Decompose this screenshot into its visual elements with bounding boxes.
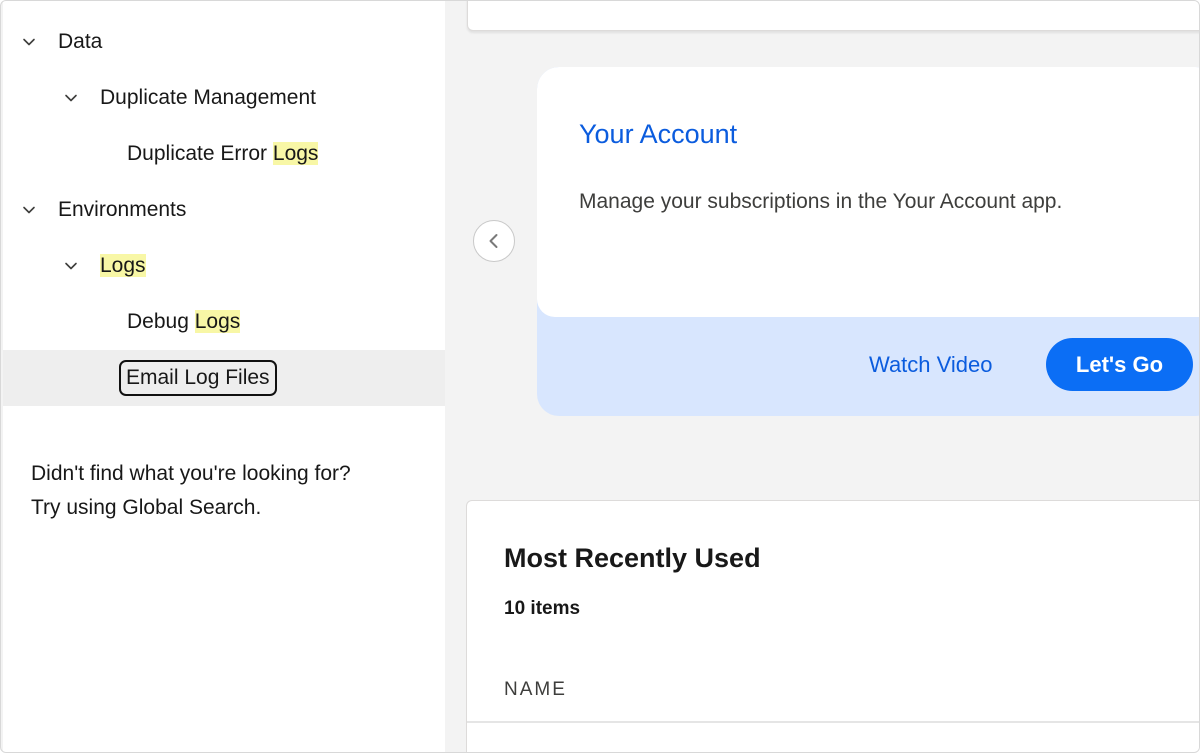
mru-column-name[interactable]: NAME bbox=[504, 679, 567, 701]
label-text: Duplicate Error bbox=[127, 142, 273, 165]
label-text: Data bbox=[58, 30, 103, 53]
tree-item[interactable]: Email Log Files bbox=[3, 350, 445, 406]
carousel-prev-button[interactable] bbox=[473, 220, 515, 262]
search-highlight: Logs bbox=[272, 142, 319, 165]
top-card bbox=[467, 1, 1199, 31]
chevron-down-icon[interactable] bbox=[18, 199, 40, 221]
promo-title[interactable]: Your Account bbox=[579, 119, 737, 150]
tree-item-label: Email Log Files bbox=[119, 360, 277, 396]
search-highlight: Logs bbox=[100, 254, 146, 277]
chevron-down-icon[interactable] bbox=[18, 31, 40, 53]
tree-item-label: Duplicate Management bbox=[100, 86, 316, 110]
search-highlight: Logs bbox=[194, 310, 241, 333]
your-account-card: Your Account Manage your subscriptions i… bbox=[537, 67, 1199, 416]
not-found-line-2: Try using Global Search. bbox=[31, 496, 262, 519]
tree-item[interactable]: Environments bbox=[3, 182, 445, 238]
mru-header-divider bbox=[467, 721, 1199, 723]
watch-video-link[interactable]: Watch Video bbox=[869, 352, 993, 378]
lets-go-button[interactable]: Let's Go bbox=[1046, 338, 1193, 391]
label-text: Duplicate Management bbox=[100, 86, 316, 109]
chevron-left-icon bbox=[489, 234, 498, 248]
chevron-down-icon[interactable] bbox=[60, 255, 82, 277]
tree-item[interactable]: Duplicate Error Logs bbox=[3, 126, 445, 182]
tree-item[interactable]: Debug Logs bbox=[3, 294, 445, 350]
mru-item-count: 10 items bbox=[504, 598, 581, 619]
tree-item-label: Duplicate Error Logs bbox=[127, 142, 319, 166]
promo-description: Manage your subscriptions in the Your Ac… bbox=[579, 190, 1063, 213]
tree-item-label: Environments bbox=[58, 198, 186, 222]
most-recently-used-card: Most Recently Used 10 items NAME bbox=[466, 500, 1199, 752]
chevron-down-icon[interactable] bbox=[60, 87, 82, 109]
mru-title: Most Recently Used bbox=[504, 543, 761, 573]
label-text: Debug bbox=[127, 310, 195, 333]
tree-item[interactable]: Data bbox=[3, 14, 445, 70]
setup-tree-panel: Data Duplicate Management Duplicate Error … bbox=[3, 1, 445, 752]
label-text: Email Log Files bbox=[126, 366, 270, 389]
label-text: Environments bbox=[58, 198, 187, 221]
promo-card-body: Your Account Manage your subscriptions i… bbox=[537, 67, 1199, 317]
tree-item-label: Data bbox=[58, 30, 102, 54]
tree-item-label: Debug Logs bbox=[127, 310, 241, 334]
not-found-line-1: Didn't find what you're looking for? bbox=[31, 462, 351, 485]
app-window: Data Duplicate Management Duplicate Error … bbox=[0, 0, 1200, 753]
tree-item[interactable]: Logs bbox=[3, 238, 445, 294]
tree-item-label: Logs bbox=[100, 254, 146, 278]
not-found-message: Didn't find what you're looking for? Try… bbox=[31, 457, 441, 525]
tree-item[interactable]: Duplicate Management bbox=[3, 70, 445, 126]
